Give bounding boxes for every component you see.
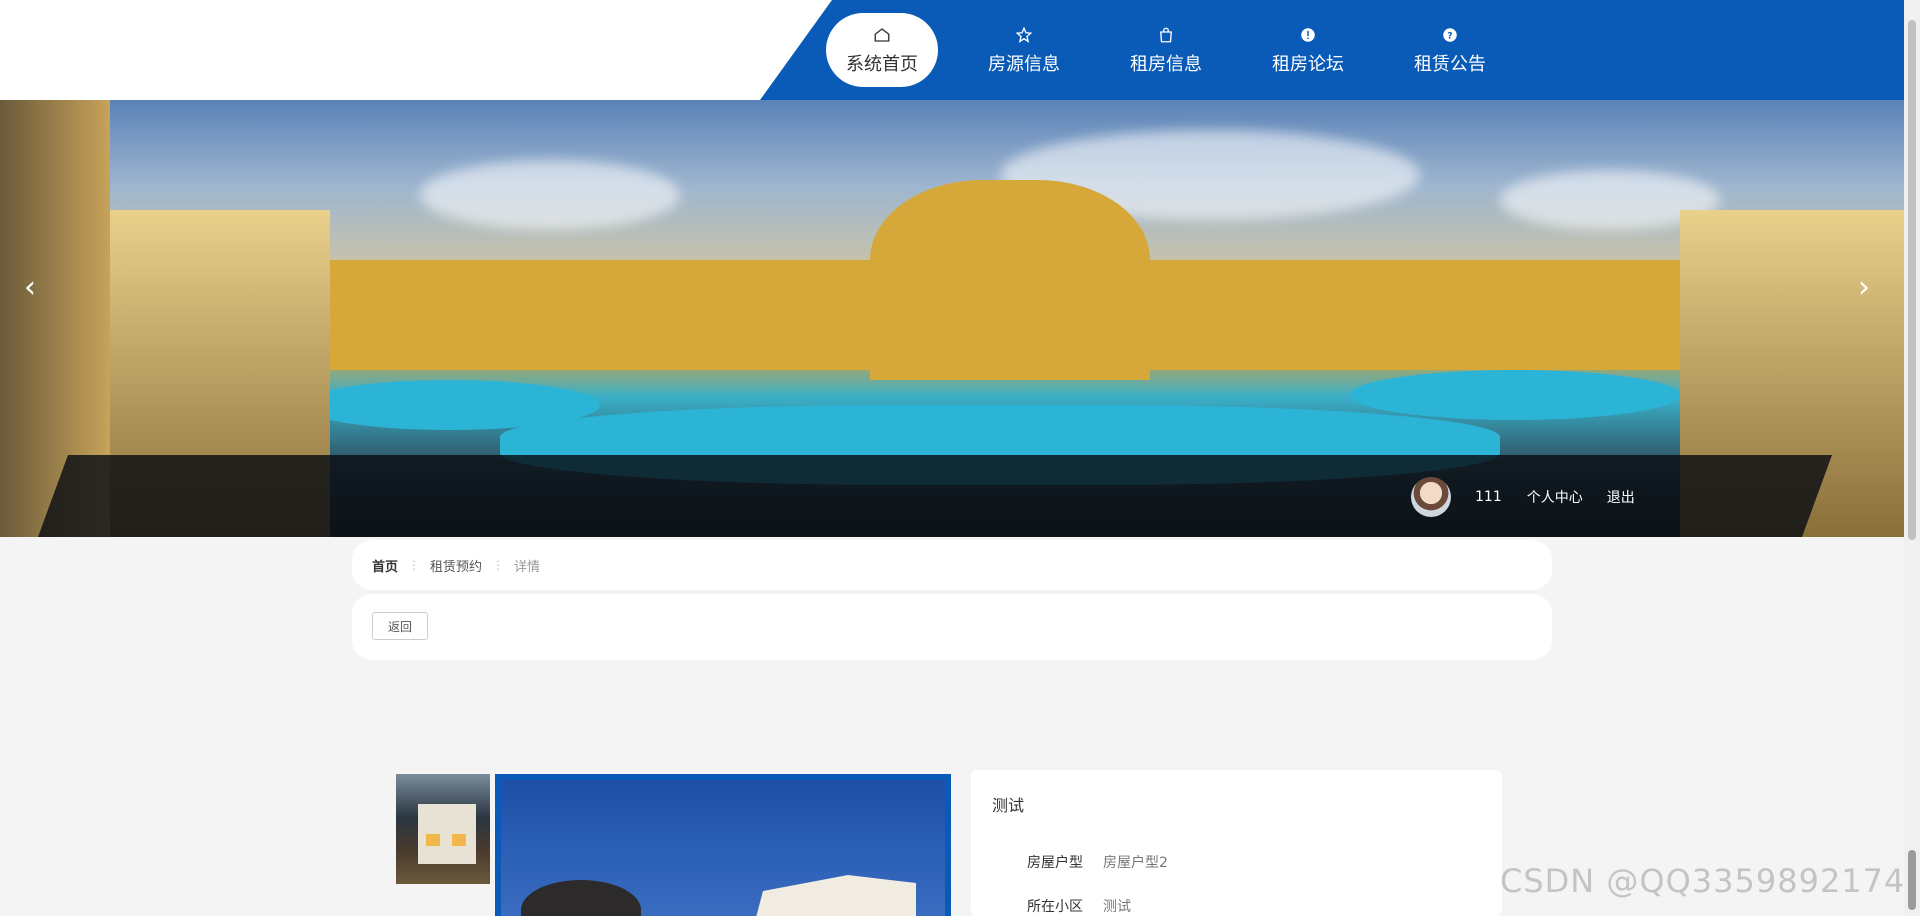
- alert-icon: [1299, 24, 1317, 46]
- carousel-prev-icon[interactable]: ‹: [24, 270, 36, 305]
- detail-field-row: 房屋户型 房屋户型2: [1027, 852, 1168, 872]
- main-nav: 系统首页 房源信息 租房信息 租房论坛 ? 租赁公告: [826, 13, 1521, 87]
- scrollbar-thumb-secondary[interactable]: [1908, 850, 1916, 910]
- thumbnail-image[interactable]: [396, 774, 490, 884]
- field-value: 房屋户型2: [1103, 855, 1168, 871]
- thumbnail-window: [452, 834, 466, 846]
- banner-pool: [1350, 370, 1680, 420]
- nav-item-label: 房源信息: [988, 54, 1060, 75]
- thumbnail-window: [426, 834, 440, 846]
- breadcrumb-separator: ⋮: [492, 558, 505, 572]
- banner-dome: [870, 180, 1150, 380]
- nav-item-label: 系统首页: [846, 54, 918, 75]
- username: 111: [1475, 489, 1502, 505]
- detail-field-row: 所在小区 测试: [1027, 896, 1131, 916]
- home-icon: [873, 24, 891, 46]
- bag-icon: [1157, 24, 1175, 46]
- field-label: 房屋户型: [1027, 855, 1083, 871]
- action-bar: 返回: [352, 594, 1552, 660]
- field-value: 测试: [1103, 899, 1131, 915]
- nav-item-home[interactable]: 系统首页: [826, 13, 938, 87]
- nav-item-label: 租赁公告: [1414, 54, 1486, 75]
- back-button[interactable]: 返回: [372, 612, 428, 640]
- avatar[interactable]: [1411, 477, 1451, 517]
- field-label: 所在小区: [1027, 899, 1083, 915]
- scrollbar-thumb[interactable]: [1908, 20, 1916, 540]
- main-image-house: [746, 875, 916, 916]
- user-info: 111 个人中心 退出: [1411, 477, 1659, 517]
- banner-cloud: [420, 160, 680, 230]
- breadcrumb-current: 详情: [514, 559, 541, 575]
- nav-item-label: 租房论坛: [1272, 54, 1344, 75]
- logout-link[interactable]: 退出: [1607, 487, 1635, 507]
- star-icon: [1015, 24, 1033, 46]
- detail-info-card: 测试 房屋户型 房屋户型2 所在小区 测试: [971, 770, 1502, 916]
- carousel-next-icon[interactable]: ›: [1858, 270, 1870, 305]
- breadcrumb-separator: ⋮: [408, 558, 421, 572]
- nav-item-notice[interactable]: ? 租赁公告: [1379, 13, 1521, 87]
- nav-item-rentals[interactable]: 租房信息: [1095, 13, 1237, 87]
- main-image: [495, 774, 951, 916]
- breadcrumb: 首页 ⋮ 租赁预约 ⋮ 详情: [352, 540, 1552, 590]
- breadcrumb-booking[interactable]: 租赁预约: [430, 556, 482, 575]
- watermark: CSDN @QQ3359892174: [1500, 862, 1906, 900]
- svg-text:?: ?: [1447, 31, 1452, 41]
- main-image-tree: [521, 880, 641, 916]
- nav-item-label: 租房信息: [1130, 54, 1202, 75]
- nav-item-forum[interactable]: 租房论坛: [1237, 13, 1379, 87]
- detail-title: 测试: [992, 796, 1025, 815]
- breadcrumb-home[interactable]: 首页: [372, 556, 398, 575]
- question-icon: ?: [1441, 24, 1459, 46]
- profile-link[interactable]: 个人中心: [1527, 487, 1583, 507]
- nav-item-listings[interactable]: 房源信息: [953, 13, 1095, 87]
